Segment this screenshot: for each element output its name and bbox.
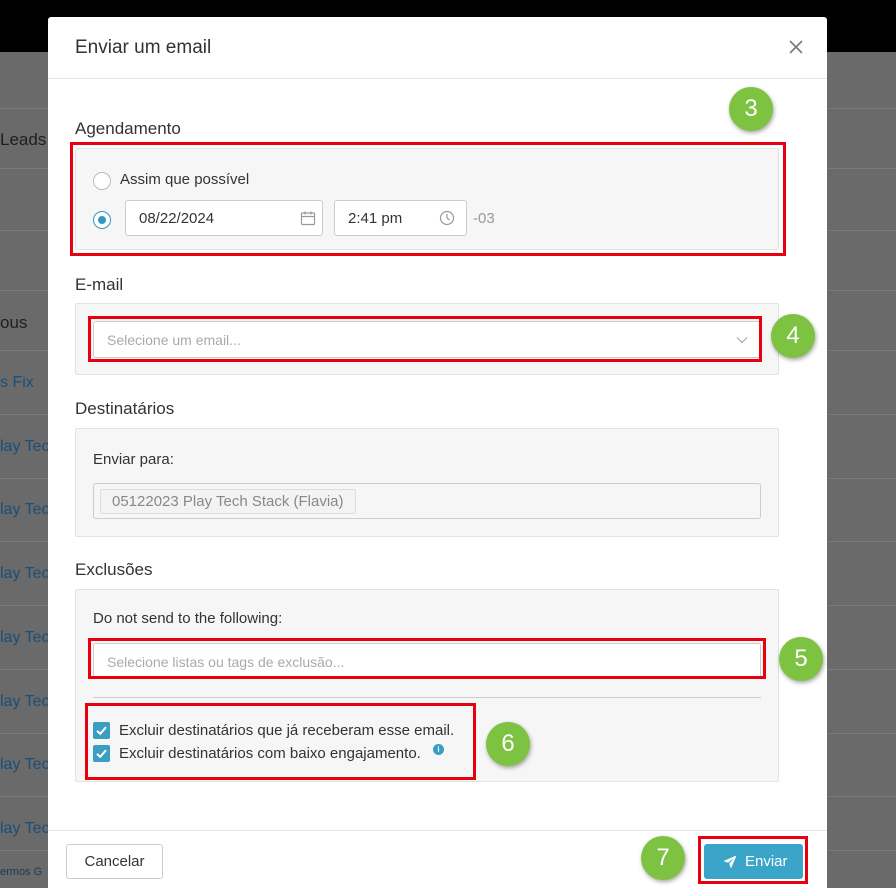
close-button[interactable] xyxy=(786,37,806,57)
background-row-link: s Fix xyxy=(0,374,34,391)
background-row-link: lay Tec xyxy=(0,565,50,582)
scheduling-title: Agendamento xyxy=(75,119,181,138)
recipients-panel: Enviar para: 05122023 Play Tech Stack (F… xyxy=(75,428,779,537)
cancel-button[interactable]: Cancelar xyxy=(66,844,163,879)
highlight-exclusion-checkboxes xyxy=(85,703,476,780)
step-badge-4: 4 xyxy=(771,314,815,358)
step-badge-6: 6 xyxy=(486,722,530,766)
close-icon xyxy=(789,40,803,54)
highlight-exclusion-select xyxy=(88,638,766,679)
recipient-tag: 05122023 Play Tech Stack (Flavia) xyxy=(100,489,356,514)
email-title: E-mail xyxy=(75,275,124,294)
step-badge-3: 3 xyxy=(729,87,773,131)
do-not-send-label: Do not send to the following: xyxy=(93,610,283,627)
background-footer-text: ermos G xyxy=(0,866,43,878)
modal-title: Enviar um email xyxy=(75,37,212,58)
modal-header: Enviar um email xyxy=(48,17,827,79)
background-row-text: ous xyxy=(0,313,28,332)
background-row-link: lay Tec xyxy=(0,629,50,646)
background-row-link: lay Tec xyxy=(0,756,50,773)
send-to-label: Enviar para: xyxy=(93,451,174,468)
exclusions-title: Exclusões xyxy=(75,560,153,579)
step-badge-7: 7 xyxy=(641,836,685,880)
background-row-link: lay Tec xyxy=(0,820,50,837)
highlight-send-button xyxy=(698,836,808,884)
step-badge-5: 5 xyxy=(779,637,823,681)
highlight-scheduling xyxy=(70,142,786,256)
divider xyxy=(93,697,761,698)
background-leads-heading: Leads xyxy=(0,130,47,149)
background-row-link: lay Tec xyxy=(0,501,50,518)
recipients-field: 05122023 Play Tech Stack (Flavia) xyxy=(93,483,761,519)
background-row-link: lay Tec xyxy=(0,438,50,455)
highlight-email-select xyxy=(88,316,762,362)
recipients-title: Destinatários xyxy=(75,399,175,418)
background-row-link: lay Tec xyxy=(0,693,50,710)
